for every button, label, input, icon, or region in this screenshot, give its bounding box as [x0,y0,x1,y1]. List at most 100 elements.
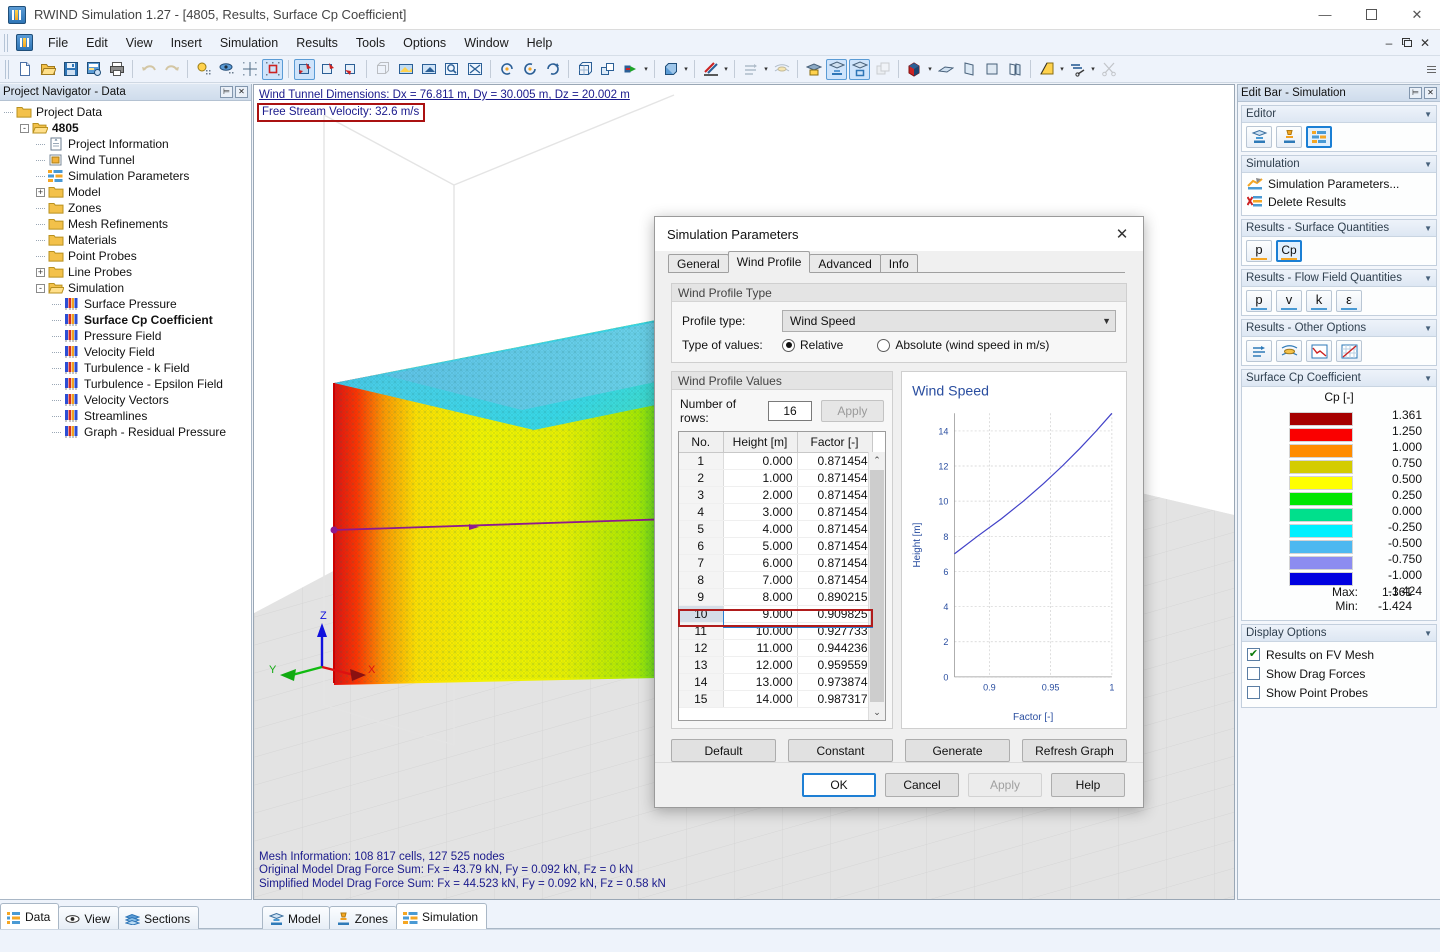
cell-height[interactable]: 0.000 [723,452,797,469]
dialog-close-button[interactable]: ✕ [1107,221,1137,247]
chevron-down-icon[interactable]: ▼ [1424,374,1432,383]
direction-arrow-icon[interactable] [620,59,641,80]
streamlines-icon[interactable] [771,59,792,80]
open-file-icon[interactable] [37,59,58,80]
tree-item-graph-residual-pressure[interactable]: Graph - Residual Pressure [0,424,251,440]
menu-item-window[interactable]: Window [455,32,517,54]
pressure-field-button[interactable]: p [1246,290,1272,312]
chevron-down-icon[interactable]: ▾ [1089,59,1097,80]
rotate-view-2-icon[interactable] [317,59,338,80]
table-row[interactable]: 1514.0000.987317 [679,690,872,707]
constant-button[interactable]: Constant [788,739,893,762]
save-as-icon[interactable] [83,59,104,80]
mdi-close-button[interactable]: ✕ [1417,35,1433,51]
table-row[interactable]: 76.0000.871454 [679,554,872,571]
radio-absolute[interactable]: Absolute (wind speed in m/s) [877,338,1049,352]
table-vertical-scrollbar[interactable]: ⌃ ⌄ [868,452,885,720]
close-icon[interactable]: ✕ [235,86,248,98]
rotate-center-icon[interactable] [519,59,540,80]
velocity-field-button[interactable]: v [1276,290,1302,312]
toolbar-grip-handle[interactable] [5,60,10,79]
table-row[interactable]: 1413.0000.973874 [679,673,872,690]
section-cut-icon[interactable] [1004,59,1025,80]
close-button[interactable]: ✕ [1394,0,1440,30]
group-display-options-header[interactable]: Display Options ▼ [1242,625,1436,642]
table-row[interactable]: 1211.0000.944236 [679,639,872,656]
pin-icon[interactable]: ⊨ [1409,87,1422,99]
snap-grid-icon[interactable] [239,59,260,80]
tree-item-line-probes[interactable]: +Line Probes [0,264,251,280]
table-row[interactable]: 54.0000.871454 [679,520,872,537]
help-button[interactable]: Help [1051,773,1125,797]
zoom-window-icon[interactable] [418,59,439,80]
menu-item-insert[interactable]: Insert [162,32,211,54]
cell-factor[interactable]: 0.871454 [797,486,872,503]
table-row[interactable]: 10.0000.871454 [679,452,872,469]
radio-relative[interactable]: Relative [782,338,843,352]
tree-item-materials[interactable]: Materials [0,232,251,248]
cell-height[interactable]: 1.000 [723,469,797,486]
tree-item-velocity-vectors[interactable]: Velocity Vectors [0,392,251,408]
delete-results-link[interactable]: Delete Results [1246,193,1432,211]
scroll-down-arrow[interactable]: ⌄ [869,704,885,720]
tab-sections[interactable]: Sections [118,906,199,930]
cell-factor[interactable]: 0.871454 [797,452,872,469]
maximize-button[interactable] [1348,0,1394,30]
color-lines-icon[interactable] [700,59,721,80]
tree-item-streamlines[interactable]: Streamlines [0,408,251,424]
close-icon[interactable]: ✕ [1424,87,1437,99]
chevron-down-icon[interactable]: ▼ [1424,629,1432,638]
table-row[interactable]: 32.0000.871454 [679,486,872,503]
menu-item-simulation[interactable]: Simulation [211,32,287,54]
group-surface-quantities-header[interactable]: Results - Surface Quantities ▼ [1242,220,1436,237]
render-dots-icon[interactable] [193,59,214,80]
redo-icon[interactable] [161,59,182,80]
profile-type-combobox[interactable]: Wind Speed ▼ [782,310,1116,332]
zones-show-icon[interactable] [849,59,870,80]
cancel-button[interactable]: Cancel [885,773,959,797]
cell-height[interactable]: 9.000 [723,605,797,622]
expander-toggle[interactable]: - [36,284,45,293]
tree-item-surface-pressure[interactable]: Surface Pressure [0,296,251,312]
chevron-down-icon[interactable]: ▾ [926,59,934,80]
chevron-down-icon[interactable]: ▾ [682,59,690,80]
zoom-icon[interactable] [441,59,462,80]
tree-item-turbulence-k-field[interactable]: Turbulence - k Field [0,360,251,376]
cell-factor[interactable]: 0.890215 [797,588,872,605]
tree-item-point-probes[interactable]: Point Probes [0,248,251,264]
zones-editor-button[interactable] [1276,126,1302,148]
chevron-down-icon[interactable]: ▼ [1424,274,1432,283]
chevron-down-icon[interactable]: ▾ [1058,59,1066,80]
table-row[interactable]: 1110.0000.927733 [679,622,872,639]
apply-rows-button[interactable]: Apply [821,400,884,422]
print-icon[interactable] [106,59,127,80]
simulation-parameters-link[interactable]: Simulation Parameters... [1246,175,1432,193]
flow-arrows-icon[interactable] [740,59,761,80]
cell-factor[interactable]: 0.871454 [797,520,872,537]
group-simulation-header[interactable]: Simulation ▼ [1242,156,1436,173]
rotate-view-3-icon[interactable] [340,59,361,80]
expander-toggle[interactable]: + [36,268,45,277]
ok-button[interactable]: OK [802,773,876,797]
tree-item-simulation-parameters[interactable]: Simulation Parameters [0,168,251,184]
surfaces-icon[interactable] [872,59,893,80]
checkbox-show-drag-forces[interactable]: Show Drag Forces [1247,664,1431,683]
plane-slice-icon[interactable] [935,59,956,80]
cell-factor[interactable]: 0.959559 [797,656,872,673]
expander-toggle[interactable]: + [36,188,45,197]
scroll-thumb[interactable] [870,470,884,702]
checkbox-results-on-fv-mesh[interactable]: ✔ Results on FV Mesh [1247,645,1431,664]
default-button[interactable]: Default [671,739,776,762]
velocity-vectors-button[interactable] [1246,340,1272,362]
chevron-down-icon[interactable]: ▼ [1424,324,1432,333]
menu-item-help[interactable]: Help [518,32,562,54]
toolbar-overflow-button[interactable] [1427,66,1436,73]
streamlines-button[interactable] [1276,340,1302,362]
checkbox-show-point-probes[interactable]: Show Point Probes [1247,683,1431,702]
group-editor-header[interactable]: Editor ▼ [1242,106,1436,123]
isometric-view-icon[interactable] [574,59,595,80]
model-editor-button[interactable] [1246,126,1272,148]
menu-item-options[interactable]: Options [394,32,455,54]
turbulence-k-button[interactable]: k [1306,290,1332,312]
cell-factor[interactable]: 0.871454 [797,469,872,486]
